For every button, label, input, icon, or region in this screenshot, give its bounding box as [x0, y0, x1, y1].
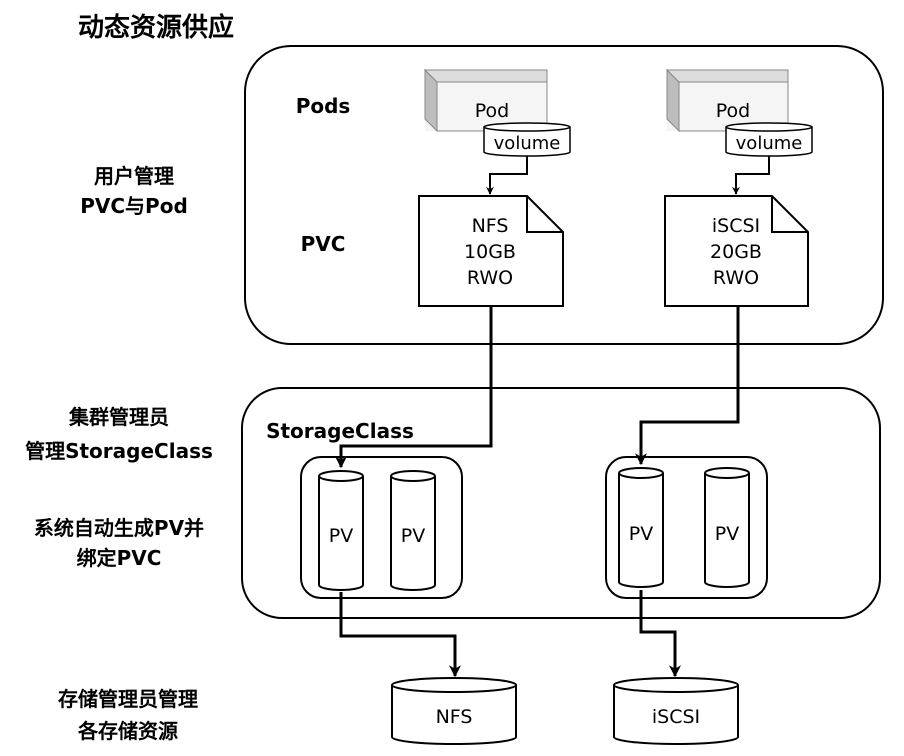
backend-iscsi-label: iSCSI: [652, 706, 700, 728]
pod-1-label: Pod: [475, 100, 509, 122]
pvc-1-line3: RWO: [467, 267, 513, 289]
volume-1: volume: [483, 122, 571, 157]
pvc-2: iSCSI 20GB RWO: [664, 195, 809, 307]
backend-iscsi: iSCSI: [613, 677, 739, 745]
pvc-1-line2: 10GB: [464, 241, 516, 263]
pod-1: Pod: [423, 68, 548, 133]
pvc-2-line1: iSCSI: [712, 215, 760, 237]
label-system-line2: 绑定PVC: [77, 546, 162, 570]
pv-2-2-label: PV: [715, 523, 739, 545]
volume-1-label: volume: [494, 133, 561, 154]
pvc-1-line1: NFS: [472, 215, 509, 237]
pvc-2-line3: RWO: [713, 267, 759, 289]
pv-2-1-label: PV: [629, 523, 653, 545]
pv-2-2: PV: [704, 467, 750, 588]
page-title: 动态资源供应: [78, 12, 234, 43]
pvc-label: PVC: [301, 232, 346, 256]
label-user-line2: PVC与Pod: [80, 194, 188, 218]
diagram-canvas: 动态资源供应 用户管理 PVC与Pod 集群管理员 管理StorageClass…: [25, 12, 884, 745]
pods-label: Pods: [296, 94, 351, 118]
label-user-line1: 用户管理: [94, 164, 174, 188]
left-labels: 用户管理 PVC与Pod 集群管理员 管理StorageClass 系统自动生成…: [25, 164, 213, 743]
label-admin-line2: 管理StorageClass: [25, 439, 213, 463]
pv-1-1: PV: [318, 470, 364, 591]
label-storage-line2: 各存储资源: [77, 719, 178, 743]
label-storage-line1: 存储管理员管理: [58, 687, 198, 711]
storageclass-label: StorageClass: [266, 419, 414, 443]
pvc-2-line2: 20GB: [710, 241, 762, 263]
pod-2-label: Pod: [716, 100, 750, 122]
label-system-line1: 系统自动生成PV并: [34, 516, 204, 540]
backend-nfs-label: NFS: [436, 706, 473, 728]
volume-2-label: volume: [736, 133, 803, 154]
pvc-1: NFS 10GB RWO: [418, 195, 564, 307]
volume-2: volume: [725, 122, 813, 157]
pv-1-1-label: PV: [329, 525, 353, 547]
pod-2: Pod: [665, 68, 789, 133]
label-admin-line1: 集群管理员: [68, 405, 169, 429]
pv-2-1: PV: [618, 467, 664, 588]
pv-1-2-label: PV: [401, 525, 425, 547]
backend-nfs: NFS: [391, 677, 517, 745]
pv-1-2: PV: [390, 470, 436, 591]
